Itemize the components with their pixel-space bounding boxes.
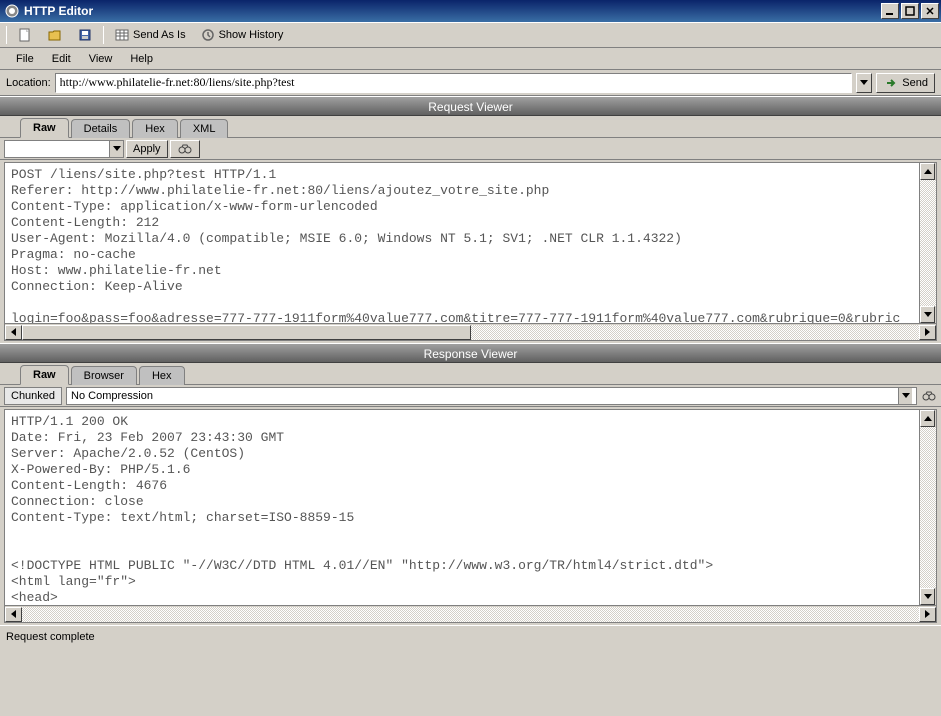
response-filter-bar: Chunked No Compression — [0, 385, 941, 407]
response-vscroll[interactable] — [919, 410, 936, 605]
tab-response-hex[interactable]: Hex — [139, 366, 185, 385]
save-icon — [77, 27, 93, 43]
binoculars-icon — [921, 388, 937, 404]
show-history-button[interactable]: Show History — [196, 25, 288, 45]
maximize-button[interactable] — [901, 3, 919, 19]
request-viewer-header: Request Viewer — [0, 96, 941, 116]
close-button[interactable] — [921, 3, 939, 19]
menu-help[interactable]: Help — [122, 51, 161, 67]
open-button[interactable] — [43, 25, 67, 45]
status-bar: Request complete — [0, 625, 941, 647]
request-vscroll[interactable] — [919, 163, 936, 323]
chunked-label: Chunked — [4, 387, 62, 405]
tab-response-raw[interactable]: Raw — [20, 365, 69, 385]
history-icon — [200, 27, 216, 43]
send-as-is-label: Send As Is — [133, 29, 186, 41]
apply-button[interactable]: Apply — [126, 140, 168, 158]
status-text: Request complete — [6, 631, 95, 643]
tab-request-xml[interactable]: XML — [180, 119, 229, 138]
binoculars-icon — [177, 141, 193, 157]
response-editor-wrap: HTTP/1.1 200 OK Date: Fri, 23 Feb 2007 2… — [4, 409, 937, 623]
response-tabs: Raw Browser Hex — [0, 363, 941, 385]
request-filter-combo[interactable] — [4, 140, 124, 158]
tab-request-hex[interactable]: Hex — [132, 119, 178, 138]
send-label: Send — [902, 77, 928, 89]
open-icon — [47, 27, 63, 43]
location-dropdown[interactable] — [856, 73, 872, 93]
menubar: File Edit View Help — [0, 48, 941, 70]
compression-value: No Compression — [71, 390, 153, 402]
new-button[interactable] — [13, 25, 37, 45]
response-find-button[interactable] — [921, 388, 937, 404]
find-button[interactable] — [170, 140, 200, 158]
request-hscroll[interactable] — [5, 323, 936, 340]
location-input[interactable] — [55, 73, 853, 93]
window-title: HTTP Editor — [24, 4, 881, 18]
tab-request-details[interactable]: Details — [71, 119, 131, 138]
menu-file[interactable]: File — [8, 51, 42, 67]
compression-combo[interactable]: No Compression — [66, 387, 917, 405]
request-editor[interactable]: POST /liens/site.php?test HTTP/1.1 Refer… — [5, 163, 936, 323]
save-button[interactable] — [73, 25, 97, 45]
grid-icon — [114, 27, 130, 43]
menu-view[interactable]: View — [81, 51, 121, 67]
location-bar: Location: Send — [0, 70, 941, 96]
minimize-button[interactable] — [881, 3, 899, 19]
titlebar: HTTP Editor — [0, 0, 941, 22]
request-tabs: Raw Details Hex XML — [0, 116, 941, 138]
menu-edit[interactable]: Edit — [44, 51, 79, 67]
toolbar: Send As Is Show History — [0, 22, 941, 48]
send-button[interactable]: Send — [876, 73, 935, 93]
response-editor[interactable]: HTTP/1.1 200 OK Date: Fri, 23 Feb 2007 2… — [5, 410, 936, 605]
send-as-is-button[interactable]: Send As Is — [110, 25, 190, 45]
response-viewer-header: Response Viewer — [0, 343, 941, 363]
show-history-label: Show History — [219, 29, 284, 41]
app-icon — [4, 3, 20, 19]
response-hscroll[interactable] — [5, 605, 936, 622]
tab-request-raw[interactable]: Raw — [20, 118, 69, 138]
send-arrow-icon — [883, 75, 899, 91]
request-editor-wrap: POST /liens/site.php?test HTTP/1.1 Refer… — [4, 162, 937, 341]
location-label: Location: — [6, 77, 51, 89]
tab-response-browser[interactable]: Browser — [71, 366, 137, 385]
request-filter-bar: Apply — [0, 138, 941, 160]
new-icon — [17, 27, 33, 43]
